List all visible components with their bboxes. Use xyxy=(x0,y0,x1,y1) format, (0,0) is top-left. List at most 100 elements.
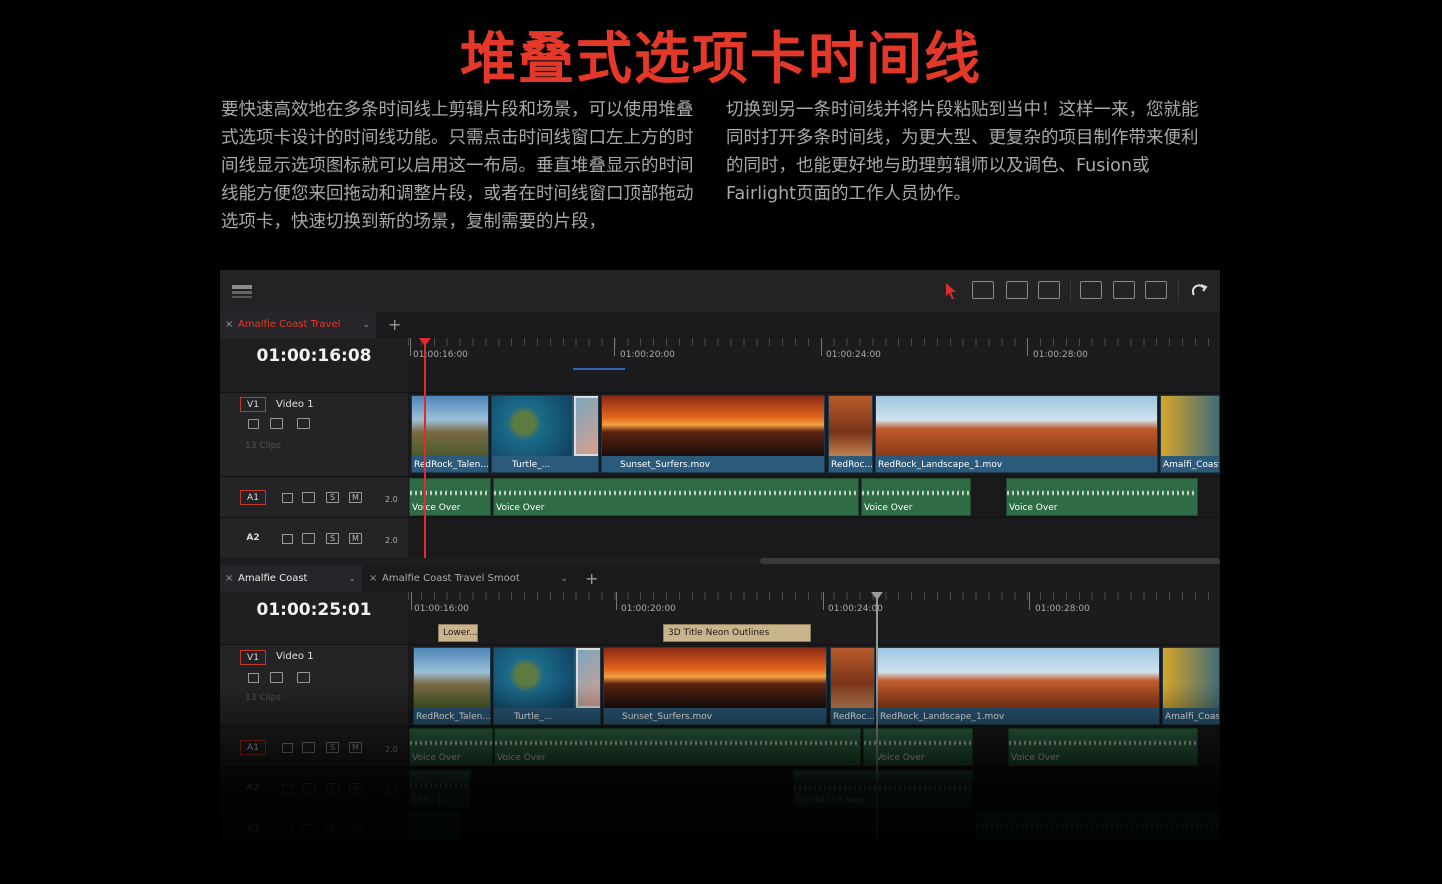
video-clip[interactable]: RedRock_Talen... xyxy=(411,395,489,473)
audio-clip[interactable]: Voice Over xyxy=(409,478,491,516)
chevron-down-icon[interactable]: ⌄ xyxy=(348,566,356,592)
timeline-ruler[interactable]: 01:00:16:00 01:00:20:00 01:00:24:00 01:0… xyxy=(408,338,1220,374)
transition-marker[interactable] xyxy=(574,396,598,456)
lock-icon[interactable] xyxy=(248,673,259,683)
solo-button[interactable]: S xyxy=(326,742,339,753)
snapping-icon[interactable] xyxy=(1190,282,1208,304)
audio-clip[interactable]: Voice Over xyxy=(409,728,493,766)
title-clip[interactable]: 3D Title Neon Outlines xyxy=(663,624,811,642)
video-clip[interactable]: RedRock_Talen... xyxy=(413,647,491,725)
clip-thumbnail xyxy=(878,648,1159,708)
blade-icon[interactable] xyxy=(1038,281,1060,299)
video-clip[interactable]: Turtle_... xyxy=(491,395,599,473)
title-clip[interactable]: Lower... xyxy=(438,624,478,642)
video-clip[interactable]: Amalfi_Coast xyxy=(1162,647,1220,725)
video-clip[interactable]: RedRoc... xyxy=(828,395,873,473)
ruler-label: 01:00:28:00 xyxy=(1035,604,1090,614)
mute-button[interactable]: M xyxy=(349,783,362,794)
video-clip[interactable]: RedRoc... xyxy=(830,647,875,725)
track-badge-a1[interactable]: A1 xyxy=(240,740,266,755)
timeline-view-icon[interactable] xyxy=(232,283,252,298)
auto-select-icon[interactable] xyxy=(302,533,315,544)
track-name[interactable]: Video 1 xyxy=(276,399,314,410)
lock-icon[interactable] xyxy=(248,419,259,429)
trim-edit-icon[interactable] xyxy=(972,281,994,299)
auto-select-icon[interactable] xyxy=(302,783,315,794)
track-badge-v1[interactable]: V1 xyxy=(240,397,266,412)
ruler-label: 01:00:20:00 xyxy=(620,350,675,360)
lock-icon[interactable] xyxy=(282,743,293,753)
playhead[interactable] xyxy=(424,338,426,558)
track-badge-a2[interactable]: A2 xyxy=(240,781,266,796)
video-clip[interactable]: Sunset_Surfers.mov xyxy=(601,395,825,473)
replace-icon[interactable] xyxy=(1145,281,1167,299)
audio-clip[interactable]: Voice Over xyxy=(863,728,973,766)
solo-button[interactable]: S xyxy=(326,533,339,544)
close-icon[interactable]: × xyxy=(225,566,233,592)
auto-select-icon[interactable] xyxy=(270,672,283,683)
auto-select-icon[interactable] xyxy=(302,824,315,835)
mute-button[interactable]: M xyxy=(349,742,362,753)
add-timeline-tab-button[interactable]: + xyxy=(585,566,598,592)
audio-clip[interactable]: Voice Over xyxy=(493,478,859,516)
ruler-label: 01:00:24:00 xyxy=(826,350,881,360)
auto-select-icon[interactable] xyxy=(302,742,315,753)
track-badge-a2[interactable]: A2 xyxy=(240,531,266,546)
audio-clip[interactable]: Voice Over xyxy=(1006,478,1198,516)
video-clip[interactable]: Amalfi_Coast xyxy=(1160,395,1220,473)
audio-clip[interactable]: Voice Over xyxy=(494,728,861,766)
lock-icon[interactable] xyxy=(282,825,293,835)
dynamic-trim-icon[interactable] xyxy=(1006,281,1028,299)
close-icon[interactable]: × xyxy=(225,312,233,338)
mute-button[interactable]: M xyxy=(349,492,362,503)
solo-button[interactable]: S xyxy=(326,783,339,794)
overwrite-icon[interactable] xyxy=(1113,281,1135,299)
track-badge-v1[interactable]: V1 xyxy=(240,650,266,665)
solo-button[interactable]: S xyxy=(326,824,339,835)
auto-select-icon[interactable] xyxy=(302,492,315,503)
audio-clip[interactable]: Voice Over xyxy=(1008,728,1198,766)
waveform xyxy=(495,733,860,753)
audio-clip[interactable]: SFX - J... xyxy=(409,770,471,808)
audio-clip[interactable]: SOUND FX.wav xyxy=(793,770,973,808)
video-clip[interactable]: RedRock_Landscape_1.mov xyxy=(877,647,1160,725)
track-name[interactable]: Video 1 xyxy=(276,651,314,662)
selection-arrow-icon[interactable] xyxy=(944,282,958,304)
mute-button[interactable]: M xyxy=(349,824,362,835)
audio-clip[interactable] xyxy=(975,811,1220,840)
track-badge-a1[interactable]: A1 xyxy=(240,490,266,505)
video-clip[interactable]: Turtle_... xyxy=(493,647,601,725)
timecode-display: 01:00:16:08 xyxy=(256,346,372,366)
playhead-handle[interactable] xyxy=(871,592,883,600)
tab-amalfie-coast-travel-edit[interactable]: × Amalfie Coast Travel Edit ⌄ xyxy=(220,312,376,356)
top-timecode-panel: 01:00:16:08 xyxy=(220,338,409,392)
audio-clip[interactable]: Voice Over xyxy=(861,478,971,516)
playhead-handle[interactable] xyxy=(419,338,431,346)
insert-icon[interactable] xyxy=(1080,281,1102,299)
mute-button[interactable]: M xyxy=(349,533,362,544)
ruler-label: 01:00:20:00 xyxy=(621,604,676,614)
video-clip[interactable]: Sunset_Surfers.mov xyxy=(603,647,827,725)
clip-thumbnail xyxy=(831,648,874,708)
close-icon[interactable]: × xyxy=(369,566,377,592)
track-visibility-icon[interactable] xyxy=(297,418,310,429)
lock-icon[interactable] xyxy=(282,784,293,794)
clip-thumbnail xyxy=(876,396,1157,456)
chevron-down-icon[interactable]: ⌄ xyxy=(560,566,568,592)
add-timeline-tab-button[interactable]: + xyxy=(388,312,401,338)
video-clip[interactable]: RedRock_Landscape_1.mov xyxy=(875,395,1158,473)
clip-label: Voice Over xyxy=(876,753,925,763)
track-visibility-icon[interactable] xyxy=(297,672,310,683)
horizontal-scrollbar[interactable] xyxy=(760,558,1220,564)
audio-clip[interactable] xyxy=(409,811,461,840)
lock-icon[interactable] xyxy=(282,534,293,544)
tab-amalfie-coast-travel[interactable]: × Amalfie Coast Travel_ ⌄ xyxy=(220,566,362,610)
auto-select-icon[interactable] xyxy=(270,418,283,429)
lock-icon[interactable] xyxy=(282,493,293,503)
chevron-down-icon[interactable]: ⌄ xyxy=(362,312,370,338)
playhead[interactable] xyxy=(876,592,878,840)
transition-marker[interactable] xyxy=(576,648,600,708)
tab-amalfie-coast-travel-smoot-animate[interactable]: × Amalfie Coast Travel Smoot Animate ⌄ xyxy=(364,566,574,610)
track-badge-a3[interactable]: A3 xyxy=(240,822,266,837)
solo-button[interactable]: S xyxy=(326,492,339,503)
